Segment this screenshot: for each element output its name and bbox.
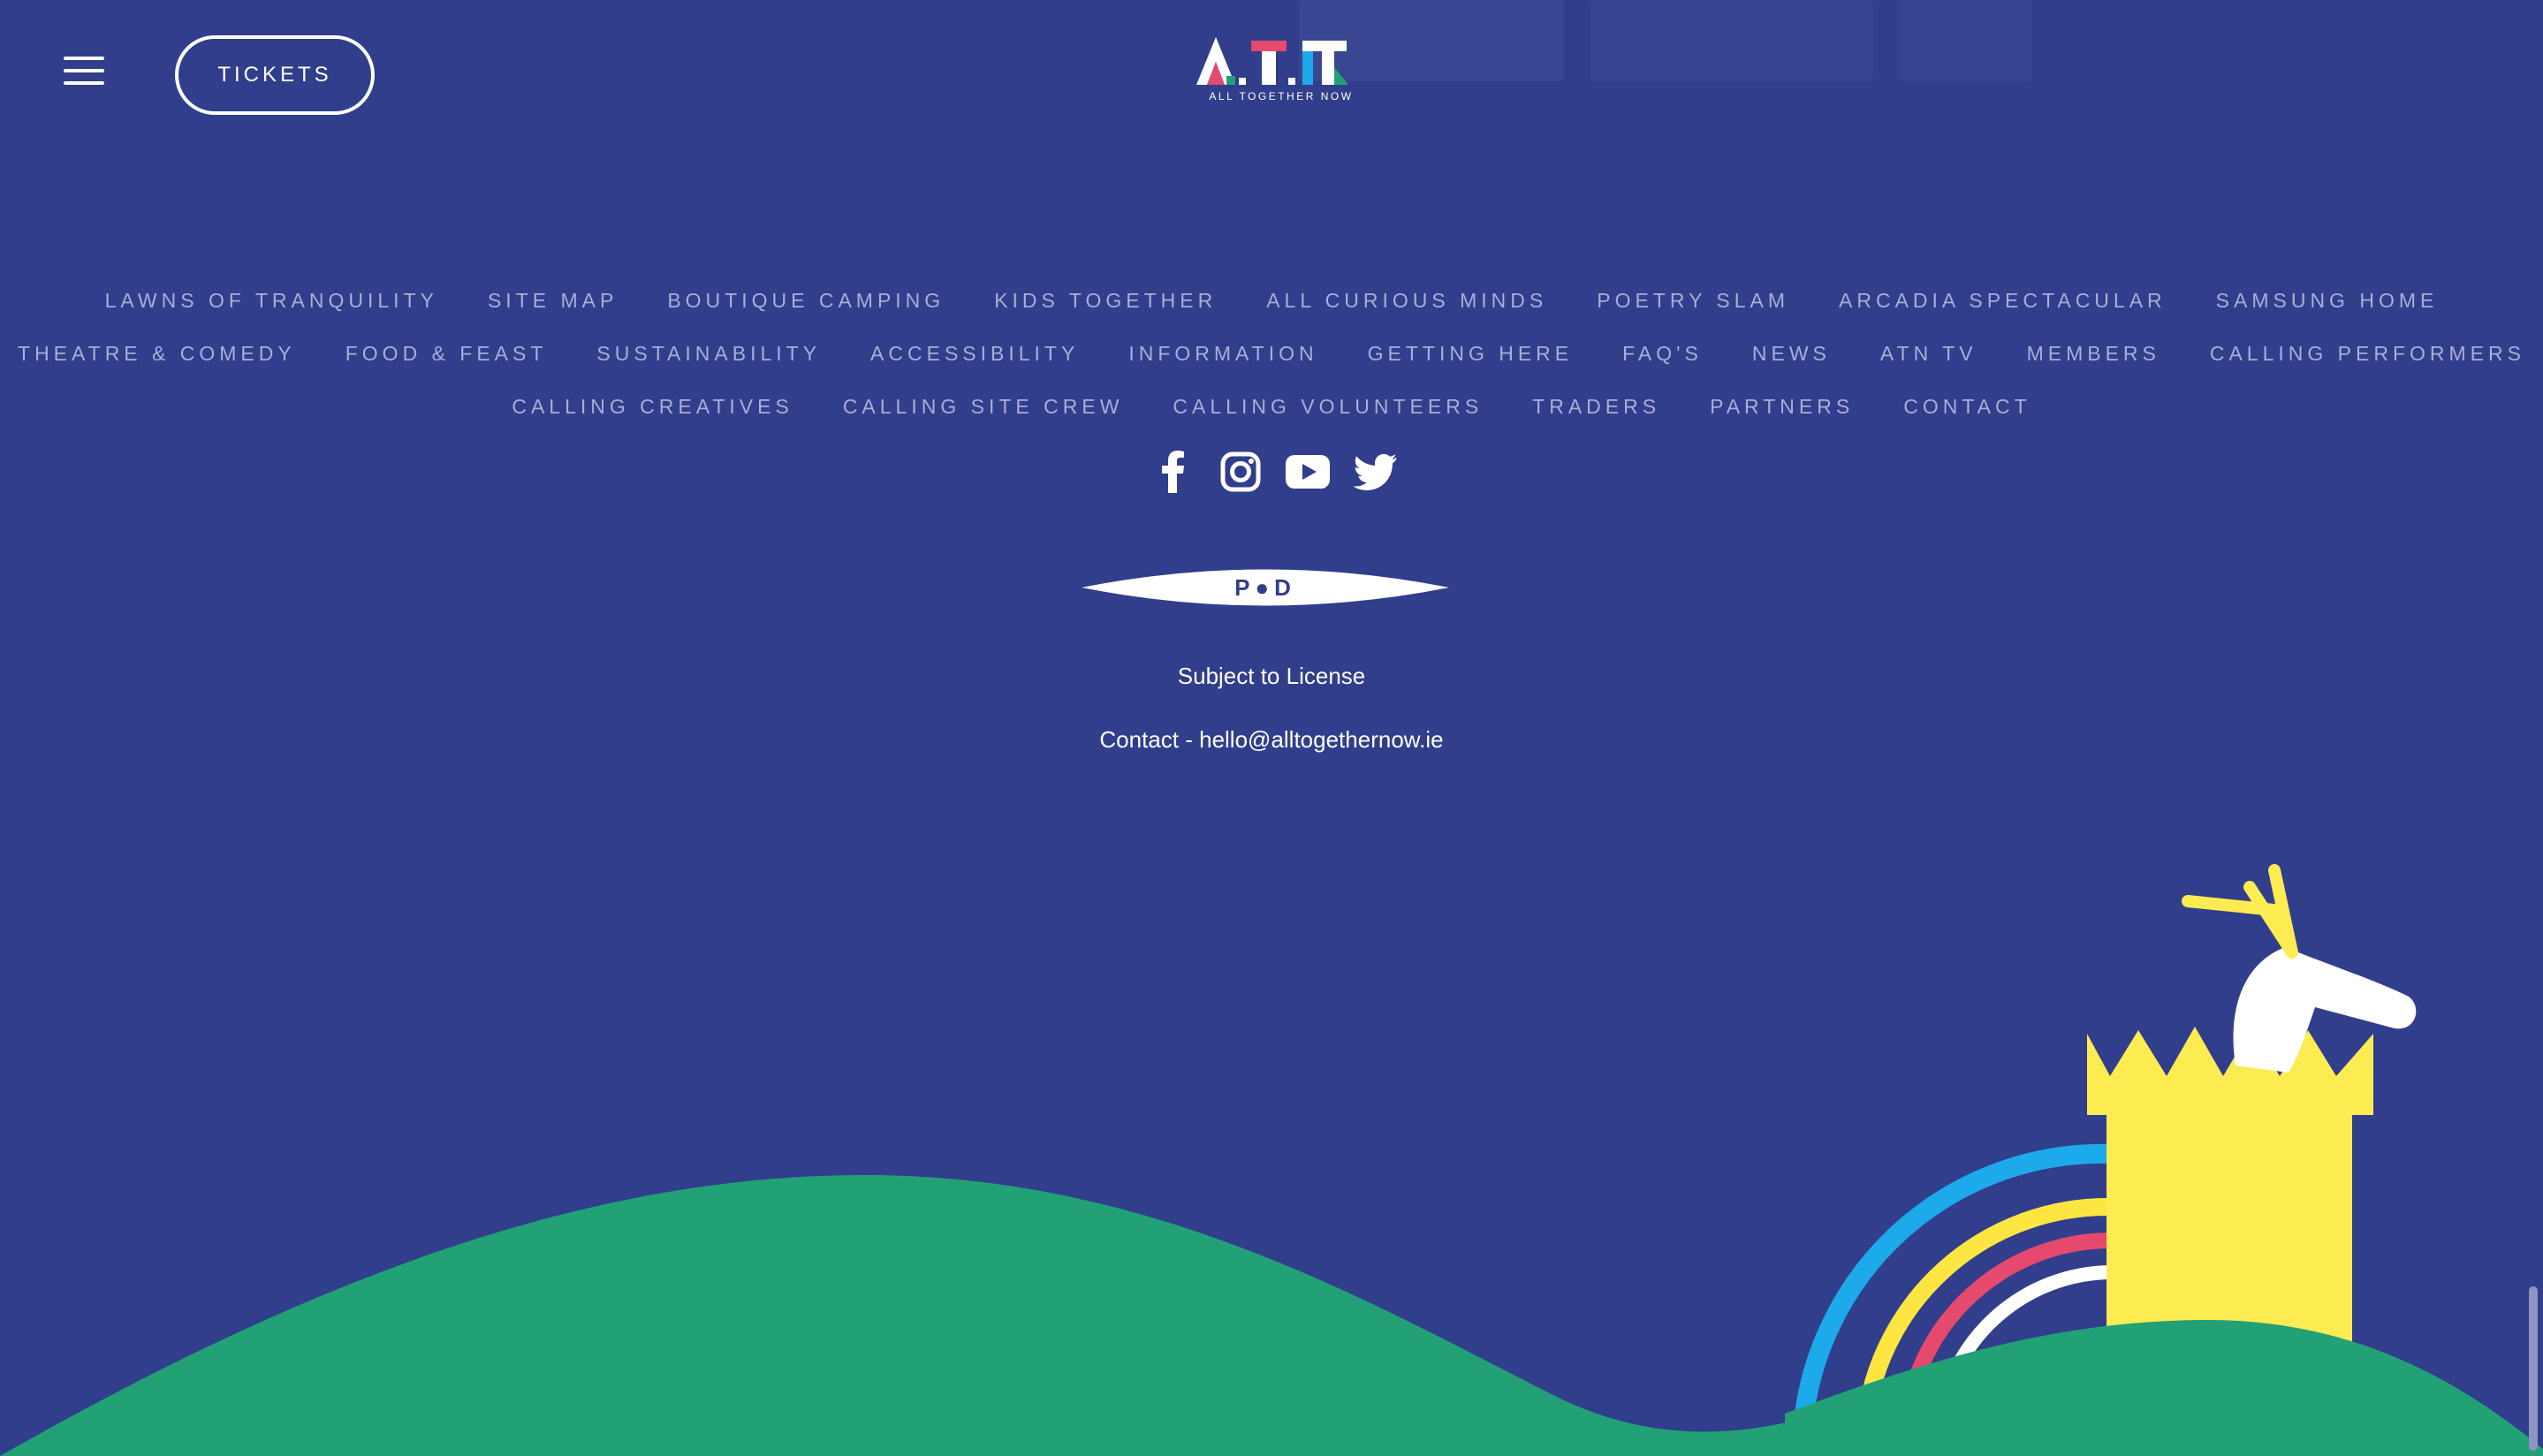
twitter-icon[interactable] [1352,449,1398,495]
footer-nav-link[interactable]: INFORMATION [1128,342,1317,366]
footer-navigation: LAWNS OF TRANQUILITY SITE MAP BOUTIQUE CAM… [0,274,2543,433]
footer-nav-link[interactable]: POETRY SLAM [1597,289,1789,313]
rainbow-illustration [1793,1143,2113,1432]
footer-nav-link[interactable]: SITE MAP [488,289,618,313]
footer-nav-row: THEATRE & COMEDY FOOD & FEAST SUSTAINABILI… [0,327,2543,380]
youtube-icon[interactable] [1285,449,1331,495]
footer-nav-link[interactable]: CALLING CREATIVES [512,395,793,419]
footer-nav-link[interactable]: CONTACT [1903,395,2031,419]
faded-thumbnail [1590,0,1873,81]
facebook-icon[interactable] [1150,449,1196,495]
contact-text[interactable]: Contact - hello@alltogethernow.ie [0,726,2543,754]
footer-nav-link[interactable]: MEMBERS [2027,342,2160,366]
footer-nav-link[interactable]: ARCADIA SPECTACULAR [1839,289,2167,313]
page-scrollbar[interactable] [2529,1286,2538,1451]
footer-nav-link[interactable]: SAMSUNG HOME [2216,289,2439,313]
footer-nav-link[interactable]: NEWS [1752,342,1831,366]
hamburger-menu-icon[interactable] [64,55,108,90]
tickets-label: TICKETS [217,63,332,87]
footer-nav-link[interactable]: SUSTAINABILITY [596,342,821,366]
footer-nav-link[interactable]: BOUTIQUE CAMPING [667,289,945,313]
license-text: Subject to License [1177,663,1366,689]
footer-nav-link[interactable]: FOOD & FEAST [345,342,548,366]
footer-nav-link[interactable]: ATN TV [1880,342,1977,366]
footer-nav-link[interactable]: LAWNS OF TRANQUILITY [105,289,438,313]
deer-illustration [2182,864,2417,1073]
footer-nav-link[interactable]: KIDS TOGETHER [994,289,1217,313]
castle-illustration [2087,1027,2373,1449]
footer-nav-link[interactable]: CALLING SITE CREW [843,395,1124,419]
footer-nav-link[interactable]: FAQ'S [1622,342,1703,366]
footer-nav-link[interactable]: ALL CURIOUS MINDS [1266,289,1547,313]
hill-left [0,1175,1820,1456]
tickets-button[interactable]: TICKETS [175,35,375,115]
footer-nav-row: LAWNS OF TRANQUILITY SITE MAP BOUTIQUE CAM… [0,274,2543,327]
footer-nav-link[interactable]: TRADERS [1532,395,1660,419]
footer-nav-link[interactable]: GETTING HERE [1368,342,1574,366]
footer-nav-link[interactable]: THEATRE & COMEDY [18,342,296,366]
footer-nav-link[interactable]: CALLING VOLUNTEERS [1173,395,1483,419]
footer-nav-link[interactable]: ACCESSIBILITY [870,342,1079,366]
footer-nav-link[interactable]: PARTNERS [1710,395,1854,419]
hill-right [1785,1319,2543,1456]
footer-nav-row: CALLING CREATIVES CALLING SITE CREW CALLIN… [0,380,2543,433]
logo-tagline: ALL TOGETHER NOW [1209,90,1354,102]
social-links [1150,449,1398,495]
faded-thumbnail [1900,0,2032,81]
pod-badge[interactable]: P●D [1082,565,1449,610]
footer-nav-link[interactable]: CALLING PERFORMERS [2210,342,2525,366]
pod-badge-text: P●D [1234,574,1296,601]
instagram-icon[interactable] [1218,449,1264,495]
